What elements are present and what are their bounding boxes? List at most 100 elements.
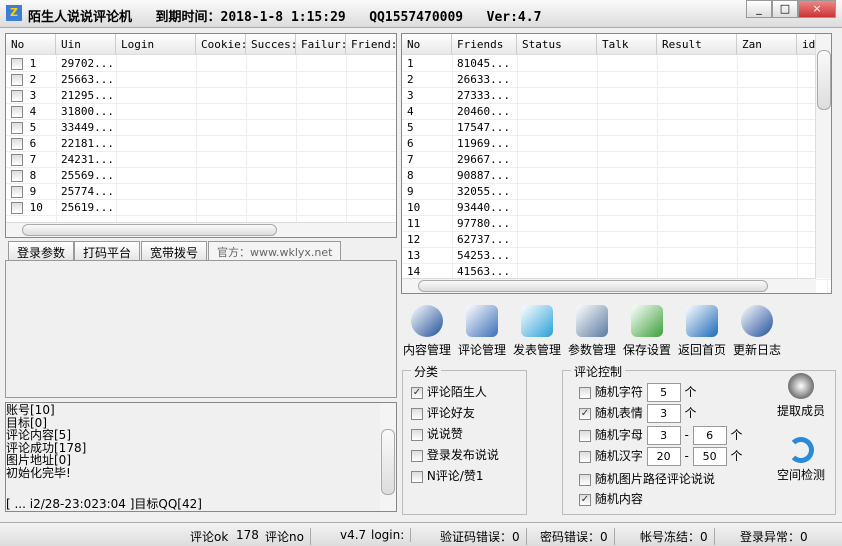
row-checkbox[interactable] [11,74,23,86]
column-header[interactable]: No [402,34,452,55]
category-option[interactable]: 评论好友 [411,404,475,421]
random-letters-checkbox[interactable] [579,429,591,442]
extract-members-button[interactable]: 提取成员 [773,373,829,419]
category-checkbox[interactable] [411,407,423,420]
table-row[interactable]: 7 24231... [6,152,396,168]
minimize-button[interactable]: _ [746,0,772,18]
column-header[interactable]: Friend: [346,34,396,55]
table-row[interactable]: 9 25774... [6,184,396,200]
tab-official-site[interactable]: 官方：www.wklyx.net [208,241,342,261]
row-checkbox[interactable] [11,106,23,118]
table-row[interactable]: 5 17547... [402,120,831,136]
tab-login-params[interactable]: 登录参数 [8,241,75,261]
random-hanzi-max[interactable]: 50 [692,447,727,466]
horizontal-scrollbar[interactable] [402,278,816,293]
category-checkbox[interactable] [411,449,423,462]
category-option[interactable]: ✓ 评论陌生人 [411,383,487,400]
row-checkbox[interactable] [11,58,23,70]
table-row[interactable]: 5 33449... [6,120,396,136]
table-row[interactable]: 10 25619... [6,200,396,216]
table-row[interactable]: 9 32055... [402,184,831,200]
random-chars-input[interactable]: 5 [646,383,681,402]
category-option[interactable]: 登录发布说说 [411,446,499,463]
scroll-thumb[interactable] [22,224,277,236]
friends-table[interactable]: No Friends Status Talk Result Zan id 1 81045... 2… [401,33,832,294]
row-checkbox[interactable] [11,90,23,102]
random-emoji-checkbox[interactable]: ✓ [579,407,591,420]
category-checkbox[interactable] [411,470,423,483]
random-emoji-input[interactable]: 3 [646,404,681,423]
column-header[interactable]: Status [517,34,597,55]
column-header[interactable]: Login [116,34,196,55]
random-image-checkbox[interactable] [579,473,591,486]
row-id: 25774... [61,185,114,198]
toolbar-button[interactable]: 保存设置 [620,305,674,358]
horizontal-scrollbar[interactable] [6,222,396,237]
category-option[interactable]: 说说赞 [411,425,463,442]
row-checkbox[interactable] [11,122,23,134]
category-checkbox[interactable]: ✓ [411,386,423,399]
table-row[interactable]: 4 20460... [402,104,831,120]
tab-broadband-dial[interactable]: 宽带拨号 [141,241,208,261]
table-row[interactable]: 13 54253... [402,248,831,264]
column-header[interactable]: Friends [452,34,517,55]
table-row[interactable]: 11 97780... [402,216,831,232]
random-letters-max[interactable]: 6 [692,426,727,445]
log-box[interactable]: 账号[10] 目标[0] 评论内容[5] 评论成功[178] 图片地址[0] 初始化完毕!… [5,402,397,512]
tab-panel [5,260,397,398]
random-chars-checkbox[interactable] [579,386,591,399]
table-row[interactable]: 1 29702... [6,56,396,72]
table-row[interactable]: 12 62737... [402,232,831,248]
pen-icon [411,305,443,337]
table-row[interactable]: 7 29667... [402,152,831,168]
row-checkbox[interactable] [11,186,23,198]
table-row[interactable]: 4 31800... [6,104,396,120]
row-no: 6 [11,137,36,150]
table-row[interactable]: 2 26633... [402,72,831,88]
column-header[interactable]: Result [657,34,737,55]
table-row[interactable]: 6 22181... [6,136,396,152]
category-option[interactable]: N评论/赞1 [411,467,483,484]
table-row[interactable]: 2 25663... [6,72,396,88]
random-hanzi-checkbox[interactable] [579,450,591,463]
column-header[interactable]: No [6,34,56,55]
toolbar-label: 发表管理 [512,343,561,357]
table-row[interactable]: 8 25569... [6,168,396,184]
column-header[interactable]: Zan [737,34,797,55]
column-header[interactable]: Failur: [296,34,346,55]
scroll-thumb[interactable] [418,280,768,292]
toolbar-button[interactable]: 内容管理 [400,305,454,358]
column-header[interactable]: Uin [56,34,116,55]
row-checkbox[interactable] [11,202,23,214]
tab-captcha-platform[interactable]: 打码平台 [74,241,141,261]
vertical-scrollbar[interactable] [815,34,831,278]
column-header[interactable]: Cookie: [196,34,246,55]
maximize-button[interactable]: □ [772,0,798,18]
toolbar-button[interactable]: 更新日志 [730,305,784,358]
toolbar-button[interactable]: 参数管理 [565,305,619,358]
table-row[interactable]: 10 93440... [402,200,831,216]
random-letters-min[interactable]: 3 [646,426,681,445]
toolbar-button[interactable]: 发表管理 [510,305,564,358]
row-checkbox[interactable] [11,170,23,182]
row-checkbox[interactable] [11,138,23,150]
scroll-thumb[interactable] [817,50,831,110]
close-button[interactable]: × [798,0,836,18]
table-row[interactable]: 3 27333... [402,88,831,104]
toolbar-button[interactable]: 评论管理 [455,305,509,358]
column-header[interactable]: Talk [597,34,657,55]
random-hanzi-min[interactable]: 20 [646,447,681,466]
accounts-table[interactable]: No Uin Login Cookie: Succes: Failur: Friend: 1… [5,33,397,238]
table-row[interactable]: 8 90887... [402,168,831,184]
table-row[interactable]: 1 81045... [402,56,831,72]
random-content-checkbox[interactable]: ✓ [579,493,591,506]
column-header[interactable]: Succes: [246,34,296,55]
row-checkbox[interactable] [11,154,23,166]
table-row[interactable]: 3 21295... [6,88,396,104]
toolbar-button[interactable]: 返回首页 [675,305,729,358]
space-check-button[interactable]: 空间检测 [773,437,829,483]
category-checkbox[interactable] [411,428,423,441]
log-scrollbar[interactable] [380,403,396,511]
table-row[interactable]: 6 11969... [402,136,831,152]
